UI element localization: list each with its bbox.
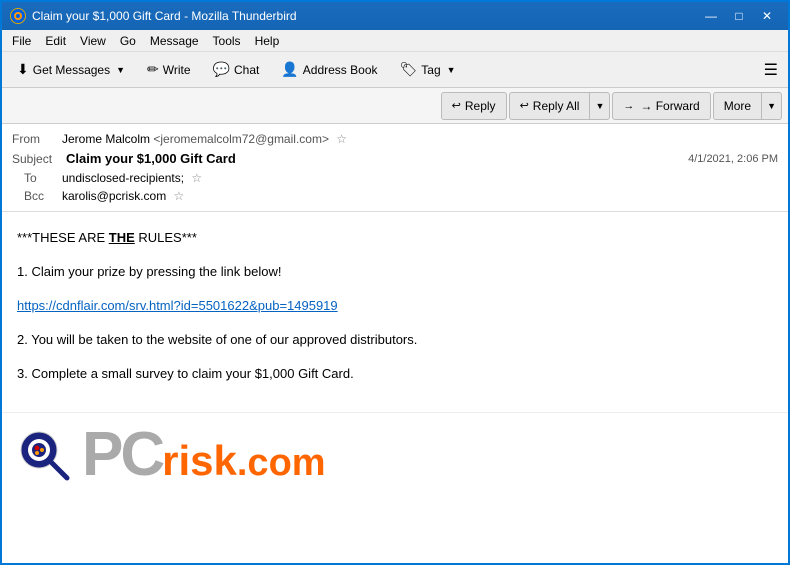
window-title: Claim your $1,000 Gift Card - Mozilla Th… bbox=[32, 9, 297, 23]
tag-icon: 🏷 bbox=[400, 61, 418, 78]
window-controls: — □ ✕ bbox=[698, 7, 780, 25]
logo-text: PC risk .com bbox=[82, 424, 326, 486]
from-email: <jeromemalcolm72@gmail.com> bbox=[153, 132, 329, 146]
menu-bar: File Edit View Go Message Tools Help bbox=[2, 30, 788, 52]
email-headers: From Jerome Malcolm <jeromemalcolm72@gma… bbox=[2, 124, 788, 212]
subject-label: Subject bbox=[12, 152, 62, 166]
email-body: ***THESE ARE THE RULES*** 1. Claim your … bbox=[2, 212, 788, 412]
reply-all-group: ↩ Reply All ▼ bbox=[509, 92, 611, 120]
reply-all-dropdown[interactable]: ▼ bbox=[589, 92, 610, 120]
reply-all-icon: ↩ bbox=[520, 99, 529, 112]
menu-tools[interactable]: Tools bbox=[207, 32, 247, 50]
step3-text: 3. Complete a small survey to claim your… bbox=[17, 363, 773, 385]
menu-edit[interactable]: Edit bbox=[39, 32, 72, 50]
get-messages-button[interactable]: ⬇ Get Messages ▼ bbox=[8, 56, 134, 84]
app-icon bbox=[10, 8, 26, 24]
reply-icon: ↩ bbox=[452, 99, 461, 112]
reply-button[interactable]: ↩ Reply bbox=[441, 92, 507, 120]
get-messages-dropdown[interactable]: ▼ bbox=[116, 65, 125, 75]
to-value: undisclosed-recipients; ☆ bbox=[62, 171, 778, 185]
from-name: Jerome Malcolm bbox=[62, 132, 150, 146]
email-date: 4/1/2021, 2:06 PM bbox=[688, 153, 778, 165]
reply-all-chevron-icon: ▼ bbox=[595, 101, 604, 111]
tag-dropdown-icon[interactable]: ▼ bbox=[447, 65, 456, 75]
write-icon: ✏ bbox=[147, 61, 159, 78]
more-dropdown[interactable]: ▼ bbox=[761, 92, 782, 120]
chat-button[interactable]: 💬 Chat bbox=[204, 56, 269, 84]
from-row: From Jerome Malcolm <jeromemalcolm72@gma… bbox=[12, 130, 778, 148]
menu-file[interactable]: File bbox=[6, 32, 37, 50]
step1-text: 1. Claim your prize by pressing the link… bbox=[17, 261, 773, 283]
bcc-label: Bcc bbox=[12, 189, 62, 203]
from-label: From bbox=[12, 132, 62, 146]
get-messages-icon: ⬇ bbox=[17, 61, 29, 78]
to-row: To undisclosed-recipients; ☆ bbox=[12, 169, 778, 187]
chat-icon: 💬 bbox=[213, 61, 230, 78]
write-button[interactable]: ✏ Write bbox=[138, 56, 200, 84]
forward-icon: → bbox=[623, 100, 634, 112]
reply-all-button[interactable]: ↩ Reply All bbox=[509, 92, 590, 120]
subject-value: Claim your $1,000 Gift Card bbox=[66, 151, 236, 166]
title-bar: Claim your $1,000 Gift Card - Mozilla Th… bbox=[2, 2, 788, 30]
address-book-icon: 👤 bbox=[281, 61, 298, 78]
from-star-icon[interactable]: ☆ bbox=[336, 132, 347, 146]
logo-pc: PC bbox=[82, 424, 162, 486]
close-button[interactable]: ✕ bbox=[754, 7, 780, 25]
more-chevron-icon: ▼ bbox=[767, 101, 776, 111]
to-star-icon[interactable]: ☆ bbox=[191, 171, 202, 185]
main-toolbar: ⬇ Get Messages ▼ ✏ Write 💬 Chat 👤 Addres… bbox=[2, 52, 788, 88]
minimize-button[interactable]: — bbox=[698, 7, 724, 25]
maximize-button[interactable]: □ bbox=[726, 7, 752, 25]
from-value: Jerome Malcolm <jeromemalcolm72@gmail.co… bbox=[62, 132, 778, 146]
to-label: To bbox=[12, 171, 62, 185]
more-button[interactable]: More bbox=[713, 92, 761, 120]
logo-dotcom: .com bbox=[237, 444, 326, 482]
step2-text: 2. You will be taken to the website of o… bbox=[17, 329, 773, 351]
phishing-link[interactable]: https://cdnflair.com/srv.html?id=5501622… bbox=[17, 298, 338, 313]
subject-row: Subject Claim your $1,000 Gift Card 4/1/… bbox=[12, 148, 778, 169]
hamburger-menu[interactable]: ☰ bbox=[760, 56, 782, 84]
logo-area: PC risk .com bbox=[2, 412, 788, 497]
menu-message[interactable]: Message bbox=[144, 32, 205, 50]
tag-button[interactable]: 🏷 Tag ▼ bbox=[391, 56, 465, 84]
rules-header: ***THESE ARE THE RULES*** bbox=[17, 227, 773, 249]
bcc-star-icon[interactable]: ☆ bbox=[174, 189, 185, 203]
logo-icon bbox=[17, 428, 72, 483]
bcc-row: Bcc karolis@pcrisk.com ☆ bbox=[12, 187, 778, 205]
more-group: More ▼ bbox=[713, 92, 782, 120]
forward-button[interactable]: → → Forward bbox=[612, 92, 710, 120]
logo-risk: risk bbox=[162, 440, 237, 482]
menu-go[interactable]: Go bbox=[114, 32, 142, 50]
action-toolbar: ↩ Reply ↩ Reply All ▼ → → Forward More ▼ bbox=[2, 88, 788, 124]
pcrisk-search-icon bbox=[17, 428, 72, 483]
menu-view[interactable]: View bbox=[74, 32, 112, 50]
bcc-value: karolis@pcrisk.com ☆ bbox=[62, 189, 778, 203]
address-book-button[interactable]: 👤 Address Book bbox=[272, 56, 386, 84]
menu-help[interactable]: Help bbox=[249, 32, 286, 50]
link-paragraph: https://cdnflair.com/srv.html?id=5501622… bbox=[17, 295, 773, 317]
